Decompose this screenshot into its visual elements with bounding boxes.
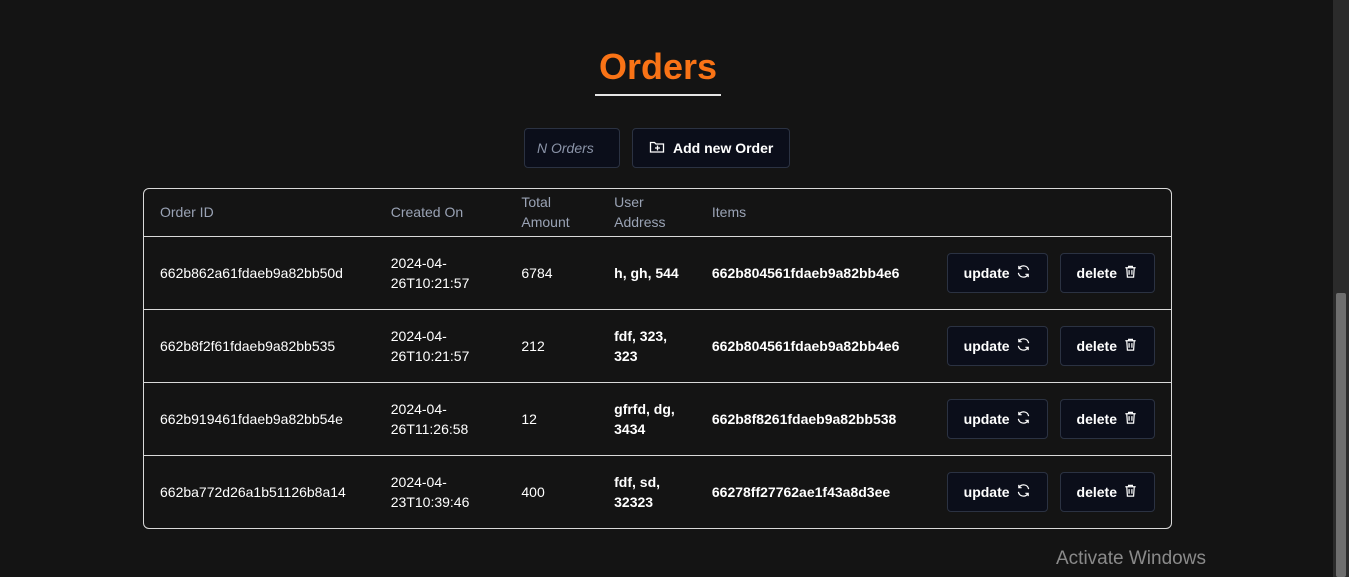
user-address-cell: gfrfd, dg, 3434 <box>598 382 696 456</box>
created-on-cell: 2024-04-23T10:39:46 <box>390 473 470 510</box>
total-amount-cell: 212 <box>505 309 599 383</box>
trash-icon <box>1123 264 1138 282</box>
total-amount-cell: 12 <box>505 382 599 456</box>
refresh-icon <box>1016 337 1031 355</box>
actions-cell: update delete <box>930 236 1171 310</box>
table-header-row: Order ID Created On Total Amount User Ad… <box>144 189 1171 237</box>
page-scrollbar[interactable] <box>1333 0 1349 577</box>
order-id-cell: 662b919461fdaeb9a82bb54e <box>144 382 375 456</box>
trash-icon <box>1123 410 1138 428</box>
items-cell: 662b8f8261fdaeb9a82bb538 <box>695 382 931 456</box>
total-amount-cell: 400 <box>521 483 545 500</box>
folder-plus-icon <box>649 139 665 158</box>
delete-label: delete <box>1076 337 1117 354</box>
created-on-cell: 2024-04-26T10:21:57 <box>374 236 506 310</box>
row-actions: update delete <box>946 325 1155 366</box>
user-address-cell: fdf, sd, 32323 <box>614 473 661 510</box>
update-label: update <box>963 264 1010 281</box>
order-count-input[interactable] <box>524 128 620 168</box>
header-created-on: Created On <box>374 189 506 237</box>
delete-button[interactable]: delete <box>1059 252 1155 293</box>
update-button[interactable]: update <box>946 252 1048 293</box>
refresh-icon <box>1016 264 1031 282</box>
header-actions <box>930 189 1171 237</box>
order-id-cell: 662b8f2f61fdaeb9a82bb535 <box>144 309 375 383</box>
orders-table: Order ID Created On Total Amount User Ad… <box>143 188 1172 529</box>
update-button[interactable]: update <box>946 471 1048 512</box>
table-row: 662b862a61fdaeb9a82bb50d 2024-04-26T10:2… <box>144 236 1171 310</box>
delete-button[interactable]: delete <box>1059 325 1155 366</box>
items-cell: 662b804561fdaeb9a82bb4e6 <box>695 309 931 383</box>
order-id-cell: 662ba772d26a1b51126b8a14 <box>160 483 346 500</box>
scrollbar-thumb[interactable] <box>1336 293 1346 577</box>
delete-label: delete <box>1076 483 1117 500</box>
delete-button[interactable]: delete <box>1059 398 1155 439</box>
trash-icon <box>1123 337 1138 355</box>
update-label: update <box>963 410 1010 427</box>
header-items: Items <box>695 189 931 237</box>
actions-cell: update delete <box>930 309 1171 383</box>
delete-label: delete <box>1076 410 1117 427</box>
add-new-order-label: Add new Order <box>673 140 774 156</box>
header-order-id: Order ID <box>144 189 375 237</box>
update-label: update <box>963 483 1010 500</box>
title-wrap: Orders <box>0 44 1316 96</box>
row-actions: update delete <box>946 471 1155 512</box>
toolbar: Add new Order <box>524 128 791 168</box>
delete-label: delete <box>1076 264 1117 281</box>
table-row: 662b8f2f61fdaeb9a82bb535 2024-04-26T10:2… <box>144 309 1171 383</box>
total-amount-cell: 6784 <box>505 236 599 310</box>
order-id-cell: 662b862a61fdaeb9a82bb50d <box>144 236 375 310</box>
table-row: 662ba772d26a1b51126b8a14 2024-04-23T10:3… <box>144 455 1171 528</box>
refresh-icon <box>1016 410 1031 428</box>
add-new-order-button[interactable]: Add new Order <box>632 128 791 168</box>
user-address-cell: fdf, 323, 323 <box>598 309 696 383</box>
update-button[interactable]: update <box>946 325 1048 366</box>
created-on-cell: 2024-04-26T11:26:58 <box>374 382 506 456</box>
page-title: Orders <box>594 44 722 96</box>
update-label: update <box>963 337 1010 354</box>
header-total-amount: Total Amount <box>505 189 599 237</box>
delete-button[interactable]: delete <box>1059 471 1155 512</box>
row-actions: update delete <box>946 398 1155 439</box>
orders-page: Orders Add new Order Order ID Created On… <box>0 0 1349 577</box>
user-address-cell: h, gh, 544 <box>598 236 696 310</box>
row-actions: update delete <box>946 252 1155 293</box>
trash-icon <box>1123 483 1138 501</box>
table-row: 662b919461fdaeb9a82bb54e 2024-04-26T11:2… <box>144 382 1171 456</box>
items-cell: 662b804561fdaeb9a82bb4e6 <box>695 236 931 310</box>
created-on-cell: 2024-04-26T10:21:57 <box>374 309 506 383</box>
actions-cell: update delete <box>931 455 1171 528</box>
activate-windows-watermark: Activate Windows <box>1056 548 1206 569</box>
update-button[interactable]: update <box>946 398 1048 439</box>
items-cell: 66278ff27762ae1f43a8d3ee <box>711 483 891 500</box>
header-user-address: User Address <box>598 189 696 237</box>
actions-cell: update delete <box>930 382 1171 456</box>
refresh-icon <box>1016 483 1031 501</box>
